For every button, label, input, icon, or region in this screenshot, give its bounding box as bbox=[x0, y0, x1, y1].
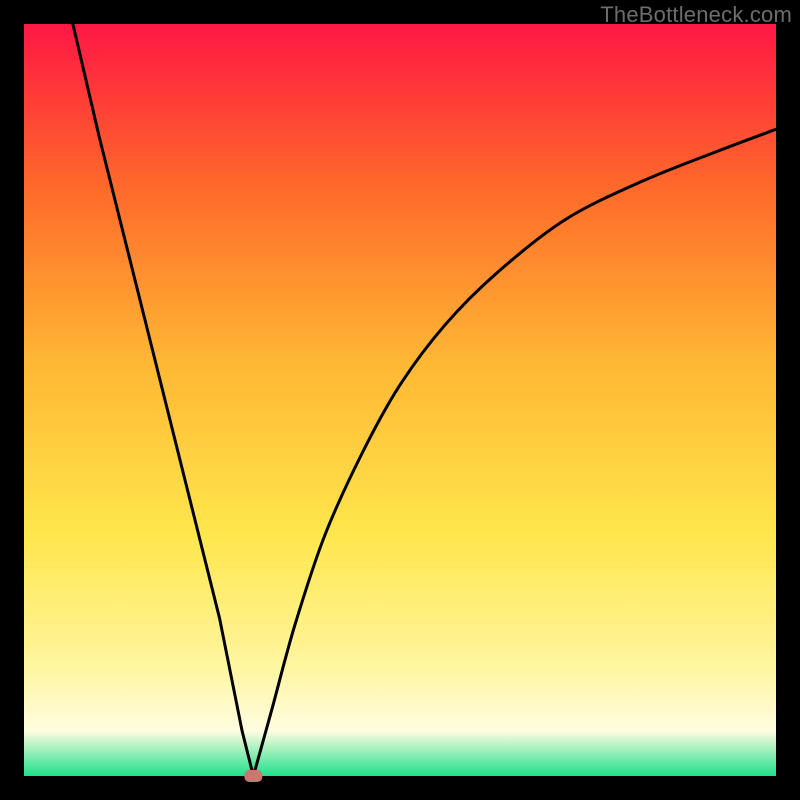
watermark-text: TheBottleneck.com bbox=[600, 2, 792, 28]
chart-container: TheBottleneck.com bbox=[0, 0, 800, 800]
chart-svg bbox=[0, 0, 800, 800]
minimum-marker bbox=[244, 770, 262, 782]
plot-background bbox=[24, 24, 776, 776]
